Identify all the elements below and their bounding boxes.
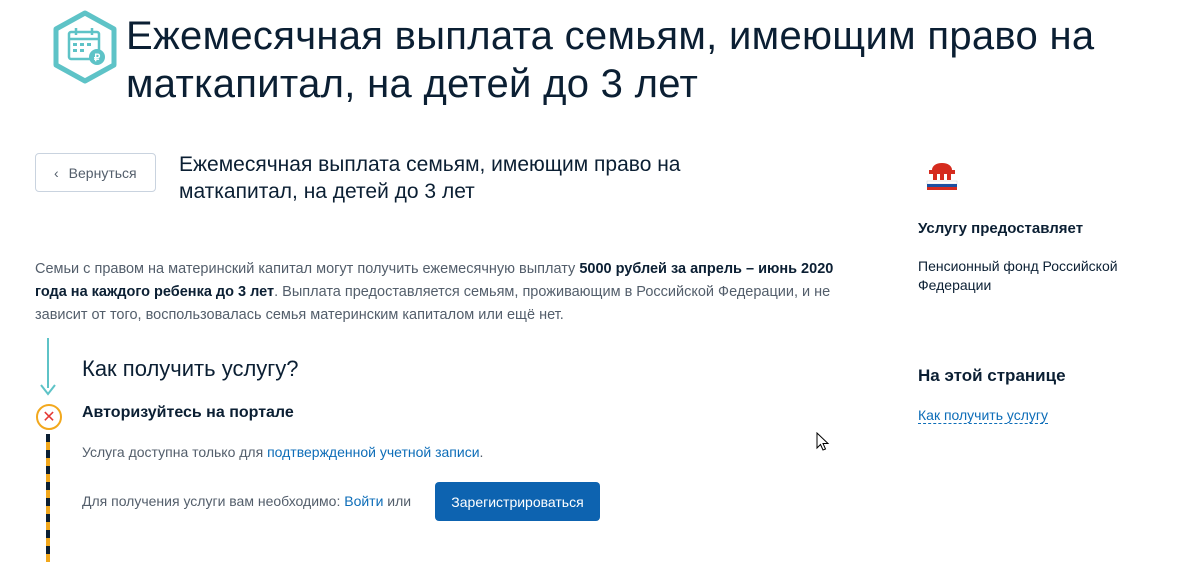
chevron-left-icon: ‹ <box>54 164 59 181</box>
calendar-ruble-icon: ₽ <box>53 10 117 84</box>
page-title: Ежемесячная выплата семьям, имеющим прав… <box>126 14 1095 106</box>
timeline-striped-line <box>46 434 50 562</box>
register-button[interactable]: Зарегистрироваться <box>435 482 600 521</box>
mouse-cursor-icon <box>816 432 830 451</box>
svg-text:₽: ₽ <box>94 53 101 64</box>
on-page-link-how-to[interactable]: Как получить услугу <box>918 407 1049 424</box>
on-page-heading: На этой странице <box>918 366 1066 385</box>
need-prefix: Для получения услуги вам необходимо: <box>82 493 345 509</box>
provider-name: Пенсионный фонд Российской Федерации <box>918 258 1118 293</box>
access-text: Услуга доступна только для подтвержденно… <box>82 444 483 460</box>
x-circle-icon: ✕ <box>36 404 62 430</box>
provider-label: Услугу предоставляет <box>918 220 1084 237</box>
service-title: Ежемесячная выплата семьям, имеющим прав… <box>179 153 681 203</box>
back-button-label: Вернуться <box>68 164 137 181</box>
intro-text-1: Семьи с правом на материнский капитал мо… <box>35 261 580 277</box>
back-button[interactable]: ‹ Вернуться <box>35 153 156 192</box>
access-prefix: Услуга доступна только для <box>82 444 268 460</box>
access-suffix: . <box>479 444 484 460</box>
step-title: Авторизуйтесь на портале <box>82 404 294 421</box>
how-to-heading: Как получить услугу? <box>82 356 299 381</box>
login-prompt: Для получения услуги вам необходимо: Вой… <box>82 493 411 509</box>
service-intro: Семьи с правом на материнский капитал мо… <box>35 258 835 327</box>
need-or: или <box>383 493 412 509</box>
timeline-line <box>47 338 49 388</box>
pfr-logo <box>926 163 958 190</box>
login-link[interactable]: Войти <box>344 493 383 509</box>
arrow-down-icon <box>40 384 56 396</box>
verified-account-link[interactable]: подтвержденной учетной записи <box>267 444 479 460</box>
